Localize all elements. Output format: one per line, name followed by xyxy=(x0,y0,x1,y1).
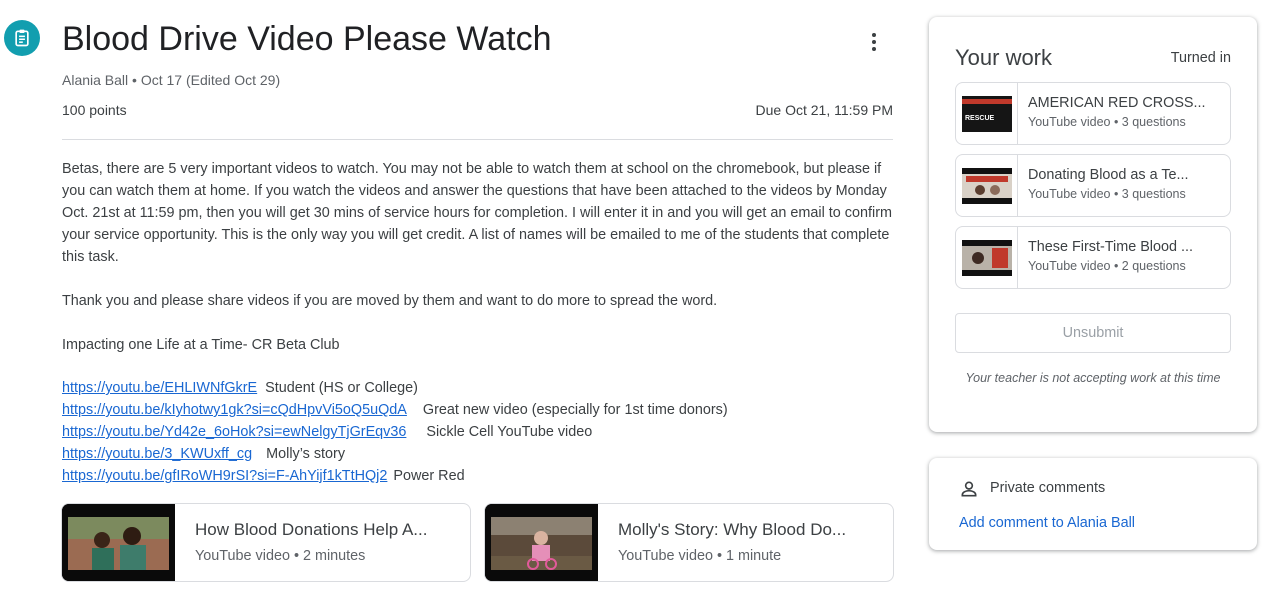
more-options-button[interactable] xyxy=(858,26,890,58)
instructions-paragraph: Thank you and please share videos if you… xyxy=(62,293,718,309)
divider xyxy=(62,139,893,140)
more-vert-icon xyxy=(872,33,876,37)
work-item-title: These First-Time Blood ... xyxy=(1028,239,1194,255)
work-item-subtitle: YouTube video • 3 questions xyxy=(1028,187,1186,201)
video-link[interactable]: https://youtu.be/Yd42e_6oHok?si=ewNelgyT… xyxy=(62,424,406,440)
points-label: 100 points xyxy=(62,102,127,118)
link-description: Student (HS or College) xyxy=(265,380,418,396)
video-thumbnail xyxy=(956,155,1018,216)
thumbnail-text: RESCUE xyxy=(965,115,995,122)
work-item-title: Donating Blood as a Te... xyxy=(1028,167,1189,183)
video-thumbnail xyxy=(62,504,175,581)
video-links: https://youtu.be/EHLIWNfGkrE Student (HS … xyxy=(62,377,728,487)
attachment-card[interactable]: Molly's Story: Why Blood Do... YouTube v… xyxy=(484,503,894,582)
video-thumbnail-image xyxy=(485,504,598,581)
link-description: Power Red xyxy=(393,468,465,484)
private-comments-card: Private comments Add comment to Alania B… xyxy=(929,458,1257,550)
link-description: Molly’s story xyxy=(266,446,346,462)
work-item[interactable]: Donating Blood as a Te... YouTube video … xyxy=(955,154,1231,217)
link-description: Sickle Cell YouTube video xyxy=(426,424,593,440)
page-title: Blood Drive Video Please Watch xyxy=(62,20,552,58)
link-row: https://youtu.be/3_KWUxff_cg Molly’s stor… xyxy=(62,443,728,465)
link-row: https://youtu.be/gfIRoWH9rSI?si=F-AhYijf… xyxy=(62,465,728,487)
private-comments-label: Private comments xyxy=(990,480,1106,496)
assignment-icon xyxy=(4,20,40,56)
person-icon xyxy=(961,481,977,497)
instructions-paragraph: Impacting one Life at a Time- CR Beta Cl… xyxy=(62,337,340,353)
instructions: Betas, there are 5 very important videos… xyxy=(62,158,892,378)
link-row: https://youtu.be/Yd42e_6oHok?si=ewNelgyT… xyxy=(62,421,728,443)
attachment-subtitle: YouTube video • 2 minutes xyxy=(195,548,366,564)
status-badge: Turned in xyxy=(1170,50,1231,66)
video-thumbnail xyxy=(485,504,598,581)
attachment-title: Molly's Story: Why Blood Do... xyxy=(618,520,847,539)
work-item-subtitle: YouTube video • 3 questions xyxy=(1028,115,1186,129)
your-work-heading: Your work xyxy=(955,45,1053,70)
instructions-paragraph: Betas, there are 5 very important videos… xyxy=(62,161,892,265)
work-item[interactable]: These First-Time Blood ... YouTube video… xyxy=(955,226,1231,289)
due-date: Due Oct 21, 11:59 PM xyxy=(755,102,893,118)
video-link[interactable]: https://youtu.be/gfIRoWH9rSI?si=F-AhYijf… xyxy=(62,468,387,484)
video-link[interactable]: https://youtu.be/3_KWUxff_cg xyxy=(62,446,252,462)
video-thumbnail xyxy=(956,227,1018,288)
work-item-title: AMERICAN RED CROSS... xyxy=(1028,95,1206,111)
assignment-meta: Alania Ball • Oct 17 (Edited Oct 29) xyxy=(62,72,281,88)
add-comment-link[interactable]: Add comment to Alania Ball xyxy=(959,515,1135,531)
link-row: https://youtu.be/EHLIWNfGkrE Student (HS … xyxy=(62,377,728,399)
video-thumbnail-image xyxy=(62,504,175,581)
video-link[interactable]: https://youtu.be/kIyhotwy1gk?si=cQdHpvVi… xyxy=(62,402,407,418)
submission-notice: Your teacher is not accepting work at th… xyxy=(965,371,1221,385)
attachment-title: How Blood Donations Help A... xyxy=(195,520,428,539)
video-thumbnail: RESCUE xyxy=(956,83,1018,144)
work-item[interactable]: RESCUE AMERICAN RED CROSS... YouTube vid… xyxy=(955,82,1231,145)
your-work-card: Your work Turned in RESCUE AMERICAN RED … xyxy=(929,17,1257,432)
link-row: https://youtu.be/kIyhotwy1gk?si=cQdHpvVi… xyxy=(62,399,728,421)
attachment-subtitle: YouTube video • 1 minute xyxy=(618,548,782,564)
attachment-card[interactable]: How Blood Donations Help A... YouTube vi… xyxy=(61,503,471,582)
link-description: Great new video (especially for 1st time… xyxy=(422,402,728,418)
video-link[interactable]: https://youtu.be/EHLIWNfGkrE xyxy=(62,380,257,396)
unsubmit-button[interactable]: Unsubmit xyxy=(955,313,1231,353)
work-item-subtitle: YouTube video • 2 questions xyxy=(1028,259,1186,273)
